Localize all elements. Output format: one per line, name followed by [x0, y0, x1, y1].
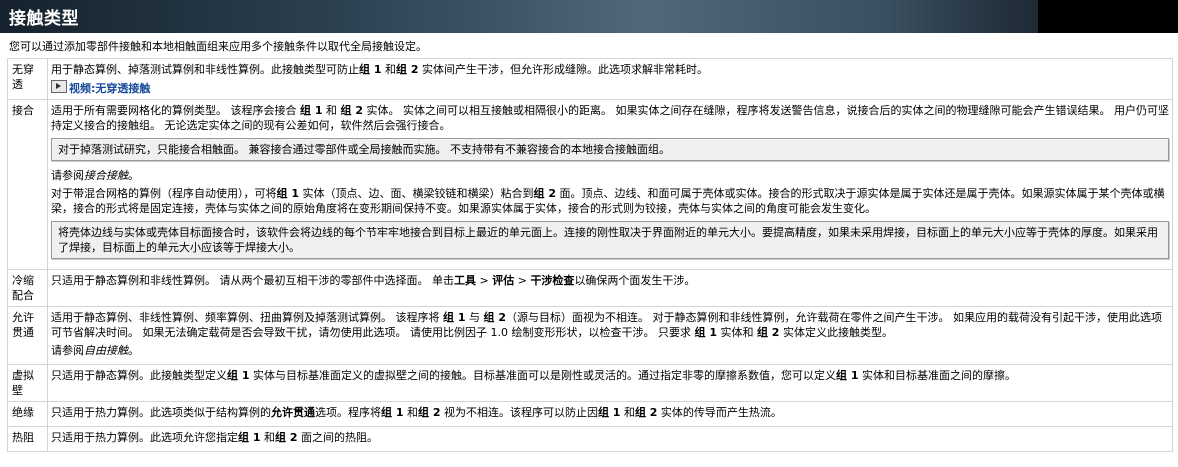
term-shrink-fit: 冷缩配合 — [7, 269, 48, 307]
desc-text: 实体间产生干涉，但允许形成缝隙。此选项求解非常耗时。 — [418, 63, 708, 76]
desc-text: 只适用于静态算例和非线性算例。 请从两个最初互相干涉的零部件中选择面。 单击 — [51, 274, 454, 287]
desc-text: 实体与目标基准面定义的虚拟壁之间的接触。目标基准面可以是刚性或灵活的。通过指定非… — [249, 369, 836, 382]
desc-text: 只适用于静态算例。此接触类型定义 — [51, 369, 227, 382]
note-box: 对于掉落测试研究，只能接合相触面。 兼容接合通过零部件或全局接触而实施。 不支持… — [51, 138, 1169, 161]
group-term: 组 2 — [395, 63, 419, 76]
see-also-link-free[interactable]: 自由接触 — [84, 344, 128, 357]
table-row: 冷缩配合 只适用于静态算例和非线性算例。 请从两个最初互相干涉的零部件中选择面。… — [7, 269, 1173, 307]
table-row: 热阻 只适用于热力算例。此选项允许您指定组 1 和组 2 面之间的热阻。 — [7, 426, 1173, 452]
term-virtual-wall: 虚拟壁 — [7, 364, 48, 402]
see-also-label: 请参阅 — [51, 169, 84, 182]
desc-text: 实体的传导而产生热流。 — [657, 406, 782, 419]
see-also-link-bonded[interactable]: 接合接触 — [84, 169, 128, 182]
video-icon[interactable] — [51, 80, 67, 93]
desc-text: 实体和 — [716, 326, 757, 339]
group-term: 组 1 — [443, 311, 466, 324]
desc-text: 与 — [465, 311, 484, 324]
desc-allow-penetration: 适用于静态算例、非线性算例、频率算例、扭曲算例及掉落测试算例。 该程序将 组 1… — [47, 306, 1173, 365]
table-row: 接合 适用于所有需要网格化的算例类型。 该程序会接合 组 1 和 组 2 实体。… — [7, 99, 1173, 270]
see-also-label: 请参阅 — [51, 344, 84, 357]
group-term: 组 1 — [359, 63, 382, 76]
desc-text: 实体（顶点、边、面、横梁铰链和横梁）粘合到 — [298, 187, 534, 200]
menu-path-interference: 干涉检查 — [530, 274, 575, 287]
desc-virtual-wall: 只适用于静态算例。此接触类型定义组 1 实体与目标基准面定义的虚拟壁之间的接触。… — [47, 364, 1173, 402]
group-term: 组 2 — [483, 311, 506, 324]
table-row: 虚拟壁 只适用于静态算例。此接触类型定义组 1 实体与目标基准面定义的虚拟壁之间… — [7, 364, 1173, 402]
group-term: 组 1 — [300, 104, 323, 117]
menu-path-evaluate: 评估 — [492, 274, 515, 287]
desc-text: 和 — [381, 63, 396, 76]
page-header: 接触类型 — [0, 0, 1178, 33]
desc-text: 和 — [322, 104, 341, 117]
desc-text: 实体和目标基准面之间的摩擦。 — [858, 369, 1016, 382]
term-insulated: 绝缘 — [7, 401, 48, 427]
desc-text: 适用于所有需要网格化的算例类型。 该程序会接合 — [51, 104, 300, 117]
group-term: 组 2 — [533, 187, 556, 200]
menu-separator: > — [514, 274, 531, 287]
table-row: 绝缘 只适用于热力算例。此选项类似于结构算例的允许贯通选项。程序将组 1 和组 … — [7, 401, 1173, 427]
group-term: 组 2 — [340, 104, 363, 117]
term-bonded: 接合 — [7, 99, 48, 270]
group-term: 组 1 — [694, 326, 717, 339]
header-dark-band — [1038, 0, 1178, 33]
desc-text: 面之间的热阻。 — [297, 431, 378, 444]
desc-thermal-resistance: 只适用于热力算例。此选项允许您指定组 1 和组 2 面之间的热阻。 — [47, 426, 1173, 452]
term-thermal-resistance: 热阻 — [7, 426, 48, 452]
desc-text: 适用于静态算例、非线性算例、频率算例、扭曲算例及掉落测试算例。 该程序将 — [51, 311, 443, 324]
group-term: 组 1 — [835, 369, 859, 382]
desc-text: 和 — [620, 406, 635, 419]
punct: 。 — [128, 344, 139, 357]
page-title: 接触类型 — [9, 9, 79, 29]
desc-text: 选项。程序将 — [315, 406, 381, 419]
desc-text: 只适用于热力算例。此选项允许您指定 — [51, 431, 238, 444]
desc-bonded: 适用于所有需要网格化的算例类型。 该程序会接合 组 1 和 组 2 实体。 实体… — [47, 99, 1173, 270]
group-term: 组 1 — [276, 187, 299, 200]
desc-text: 用于静态算例、掉落测试算例和非线性算例。此接触类型可防止 — [51, 63, 359, 76]
desc-text: 和 — [260, 431, 275, 444]
desc-text: 实体定义此接触类型。 — [779, 326, 893, 339]
desc-text: 视为不相连。该程序可以防止因 — [440, 406, 598, 419]
desc-text: 只适用于热力算例。此选项类似于结构算例的 — [51, 406, 271, 419]
desc-text: 以确保两个面发生干涉。 — [574, 274, 696, 287]
menu-separator: > — [476, 274, 493, 287]
desc-shrink-fit: 只适用于静态算例和非线性算例。 请从两个最初互相干涉的零部件中选择面。 单击工具… — [47, 269, 1173, 307]
term-allow-penetration: 允许贯通 — [7, 306, 48, 365]
video-link-no-penetration[interactable]: 视频:无穿透接触 — [69, 82, 150, 95]
table-row: 无穿透 用于静态算例、掉落测试算例和非线性算例。此接触类型可防止组 1 和组 2… — [7, 58, 1173, 100]
group-term: 组 1 — [227, 369, 250, 382]
desc-text: 对于带混合网格的算例（程序自动使用），可将 — [51, 187, 277, 200]
contact-type-table: 无穿透 用于静态算例、掉落测试算例和非线性算例。此接触类型可防止组 1 和组 2… — [7, 58, 1173, 452]
menu-path-tools: 工具 — [454, 274, 476, 287]
group-term: 组 2 — [417, 406, 441, 419]
group-term: 组 1 — [238, 431, 261, 444]
table-row: 允许贯通 适用于静态算例、非线性算例、频率算例、扭曲算例及掉落测试算例。 该程序… — [7, 306, 1173, 365]
group-term: 组 1 — [381, 406, 404, 419]
note-box: 将壳体边线与实体或壳体目标面接合时，该软件会将边线的每个节牢牢地接合到目标上最近… — [51, 221, 1169, 259]
punct: 。 — [128, 169, 139, 182]
desc-insulated: 只适用于热力算例。此选项类似于结构算例的允许贯通选项。程序将组 1 和组 2 视… — [47, 401, 1173, 427]
desc-no-penetration: 用于静态算例、掉落测试算例和非线性算例。此接触类型可防止组 1 和组 2 实体间… — [47, 58, 1173, 100]
group-term: 组 2 — [634, 406, 658, 419]
group-term: 组 2 — [274, 431, 298, 444]
desc-text: 和 — [403, 406, 418, 419]
group-term: 组 2 — [756, 326, 780, 339]
option-term: 允许贯通 — [271, 406, 315, 419]
intro-text: 您可以通过添加零部件接触和本地相触面组来应用多个接触条件以取代全局接触设定。 — [9, 40, 427, 53]
term-no-penetration: 无穿透 — [7, 58, 48, 100]
group-term: 组 1 — [597, 406, 621, 419]
